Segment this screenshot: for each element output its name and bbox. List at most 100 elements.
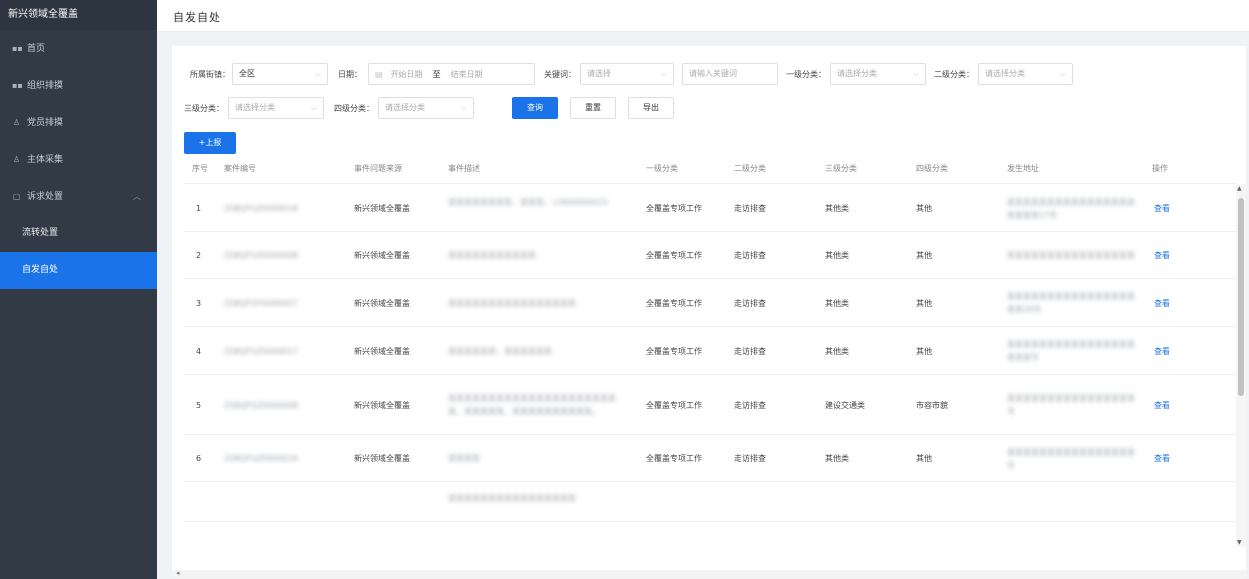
- user-icon: ♙: [12, 118, 21, 127]
- keyword-input[interactable]: 请输入关键词: [682, 63, 778, 85]
- view-link[interactable]: 查看: [1154, 345, 1184, 358]
- cell-cat1: 全覆盖专项工作: [646, 251, 702, 260]
- view-link[interactable]: 查看: [1154, 399, 1184, 412]
- scroll-down-icon[interactable]: ▼: [1237, 539, 1242, 546]
- cell-cat3: 其他类: [825, 251, 849, 260]
- sidebar-item-appeal[interactable]: ▢ 诉求处置 ︿: [0, 178, 157, 215]
- cell-case-id: ZSBQFGZ0000016: [224, 454, 299, 463]
- cell-desc: 某某某某某某某某某某某某某某某某: [448, 298, 576, 308]
- scroll-left-icon[interactable]: ◂: [176, 569, 180, 577]
- col-header: 序号: [192, 164, 208, 173]
- cell-case-id: ZSBQFGZ0000008: [224, 400, 299, 410]
- cell-case-id: ZSBQFGZ0000018: [224, 204, 299, 213]
- cell-cat4: 其他: [916, 251, 932, 260]
- view-link[interactable]: 查看: [1154, 452, 1184, 465]
- cell-cat1: 全覆盖专项工作: [646, 204, 702, 213]
- cell-address: 某某某某某某某某某某某某某某某某号: [1007, 394, 1135, 416]
- keyword-type-select[interactable]: 请选择 ⌵: [580, 63, 674, 85]
- sidebar-item-label: 党员排摸: [27, 118, 64, 128]
- view-link[interactable]: 查看: [1154, 249, 1184, 262]
- date-end-input[interactable]: 结束日期: [451, 69, 483, 80]
- cell-case-id: ZSBQFGX0000008: [224, 251, 299, 260]
- cat3-placeholder: 请选择分类: [235, 103, 275, 112]
- cell-cat3: 建设交通类: [825, 400, 865, 410]
- app-brand: 新兴领域全覆盖: [0, 0, 157, 30]
- cell-case-id: ZSBQFGY0000007: [224, 298, 298, 308]
- chevron-up-icon: ︿: [133, 192, 141, 201]
- chevron-down-icon: ⌵: [314, 69, 321, 78]
- header: 自发自处: [157, 0, 1249, 32]
- cell-case-id: ZSBQFGZ0000017: [224, 346, 299, 356]
- cell-cat2: 走访排查: [734, 346, 766, 356]
- cat3-select[interactable]: 请选择分类 ⌵: [228, 97, 324, 119]
- sidebar-subitem-transfer[interactable]: 流转处置: [0, 215, 157, 252]
- horizontal-scrollbar[interactable]: ◂: [172, 569, 1246, 579]
- cat2-placeholder: 请选择分类: [985, 69, 1025, 78]
- chevron-down-icon: ⌵: [912, 69, 919, 78]
- cell-no: 5: [196, 400, 202, 410]
- col-header: 事件问题来源: [354, 164, 402, 173]
- cell-cat2: 走访排查: [734, 400, 766, 410]
- query-button[interactable]: 查询: [512, 97, 558, 119]
- cell-source: 新兴领域全覆盖: [354, 454, 410, 463]
- case-table: 序号 案件编号 事件问题来源 事件描述 一级分类 二级分类 三级分类 四级分类 …: [184, 154, 1246, 547]
- cell-source: 新兴领域全覆盖: [354, 251, 410, 260]
- main-panel: 所属街镇： 全区 ⌵ 日期： ▤ 开始日期 至 结束日期 关键词： 请选择 ⌵ …: [172, 46, 1246, 571]
- sidebar-item-home[interactable]: ▪▪ 首页: [0, 30, 157, 67]
- view-link[interactable]: 查看: [1154, 202, 1184, 215]
- sidebar-item-entity-collect[interactable]: ♙ 主体采集: [0, 141, 157, 178]
- scrollbar-thumb[interactable]: [1238, 198, 1244, 396]
- keyword-type-placeholder: 请选择: [587, 69, 611, 78]
- sidebar-item-member-survey[interactable]: ♙ 党员排摸: [0, 104, 157, 141]
- table-row: 2 ZSBQFGX0000008 新兴领域全覆盖 某某某某某某某某某某某 全覆盖专项工作…: [184, 232, 1236, 279]
- cell-no: 2: [196, 251, 202, 260]
- area-select[interactable]: 全区 ⌵: [232, 63, 328, 85]
- report-button[interactable]: +上报: [184, 132, 236, 154]
- scroll-up-icon[interactable]: ▲: [1237, 185, 1242, 192]
- filter-row-1: 所属街镇： 全区 ⌵ 日期： ▤ 开始日期 至 结束日期 关键词： 请选择 ⌵ …: [190, 62, 1073, 86]
- sidebar-subitem-self-handle[interactable]: 自发自处: [0, 252, 157, 289]
- area-select-value: 全区: [239, 69, 255, 78]
- sidebar-item-org-survey[interactable]: ▪▪ 组织排摸: [0, 67, 157, 104]
- reset-button[interactable]: 重置: [570, 97, 616, 119]
- table-row: 1 ZSBQFGZ0000018 新兴领域全覆盖 某某某某某某某某，某某某，13900…: [184, 185, 1236, 232]
- cat1-placeholder: 请选择分类: [837, 69, 877, 78]
- cat2-label: 二级分类：: [934, 69, 974, 79]
- table-row: 某某某某某某某某某某某某某某某某: [184, 482, 1236, 522]
- vertical-scrollbar[interactable]: ▲ ▼: [1236, 184, 1246, 547]
- cell-cat2: 走访排查: [734, 204, 766, 213]
- user-icon: ♙: [12, 155, 21, 164]
- cell-desc: 某某某某某某某某，某某某，13900000015: [448, 197, 608, 207]
- cell-source: 新兴领域全覆盖: [354, 400, 410, 410]
- keyword-label: 关键词：: [544, 69, 576, 79]
- sidebar-item-label: 组织排摸: [27, 81, 64, 91]
- chevron-down-icon: ⌵: [1059, 69, 1066, 78]
- filter-row-2: 三级分类： 请选择分类 ⌵ 四级分类： 请选择分类 ⌵ 查询 重置 导出: [184, 96, 674, 120]
- cell-source: 新兴领域全覆盖: [354, 298, 410, 308]
- cell-source: 新兴领域全覆盖: [354, 204, 410, 213]
- date-start-input[interactable]: 开始日期: [391, 69, 423, 80]
- sidebar: 新兴领域全覆盖 ▪▪ 首页 ▪▪ 组织排摸 ♙ 党员排摸 ♙ 主体采集 ▢ 诉求处置 ︿ …: [0, 0, 157, 579]
- cell-address: 某某某某某某某某某某某某某某某某某某26号: [1007, 292, 1135, 314]
- cell-cat4: 市容市貌: [916, 400, 948, 410]
- cell-no: 6: [196, 454, 202, 463]
- date-label: 日期：: [338, 69, 362, 79]
- table-row: 4 ZSBQFGZ0000017 新兴领域全覆盖 某某某某某某，某某某某某某 全覆盖专项…: [184, 327, 1236, 375]
- cell-cat3: 其他类: [825, 204, 849, 213]
- cell-source: 新兴领域全覆盖: [354, 346, 410, 356]
- cat1-select[interactable]: 请选择分类 ⌵: [830, 63, 926, 85]
- cell-cat4: 其他: [916, 204, 932, 213]
- cat2-select[interactable]: 请选择分类 ⌵: [978, 63, 1073, 85]
- cell-cat3: 其他类: [825, 454, 849, 463]
- table-header: 序号 案件编号 事件问题来源 事件描述 一级分类 二级分类 三级分类 四级分类 …: [184, 154, 1236, 184]
- col-header: 三级分类: [825, 164, 857, 173]
- view-link[interactable]: 查看: [1154, 297, 1184, 310]
- chevron-down-icon: ⌵: [660, 69, 667, 78]
- date-range-picker[interactable]: ▤ 开始日期 至 结束日期: [368, 63, 535, 85]
- cat4-select[interactable]: 请选择分类 ⌵: [378, 97, 474, 119]
- col-header: 发生地址: [1007, 164, 1039, 173]
- export-button[interactable]: 导出: [628, 97, 674, 119]
- cell-cat1: 全覆盖专项工作: [646, 346, 702, 356]
- cell-desc: 某某某某某某某某某某某某某某某某某某某某某某，某某某某某，某某某某某某某某某某。: [448, 394, 616, 416]
- cell-no: 1: [196, 204, 202, 213]
